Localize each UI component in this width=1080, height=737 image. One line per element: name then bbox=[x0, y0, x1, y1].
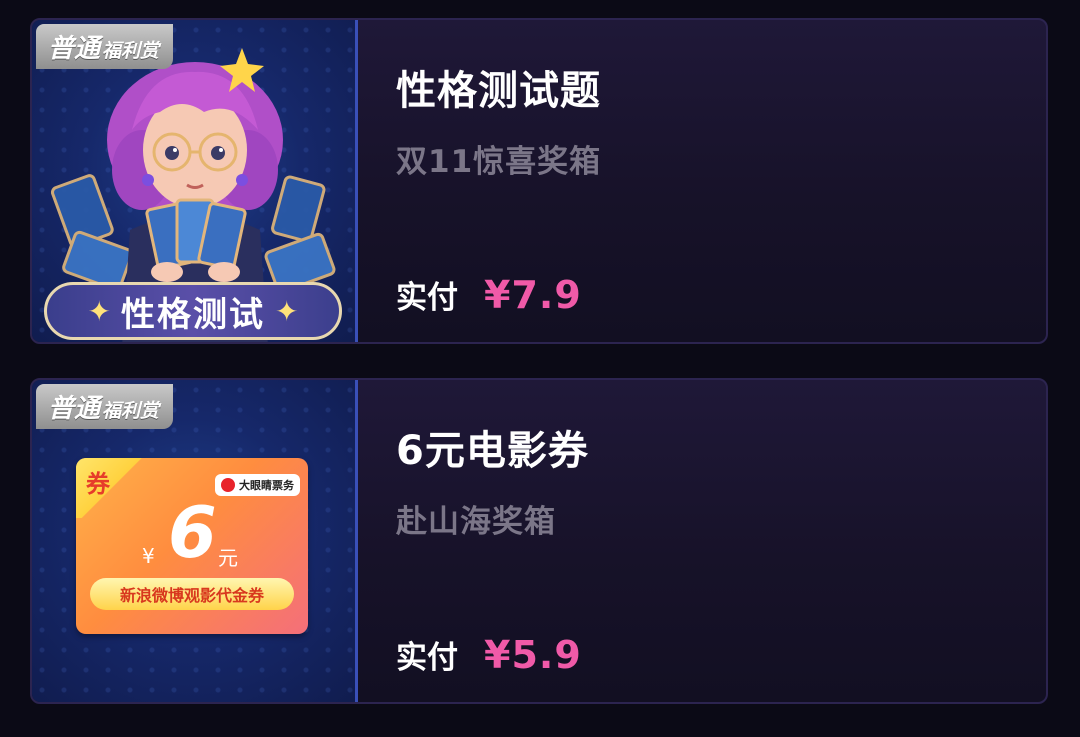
coupon-description: 新浪微博观影代金券 bbox=[90, 578, 294, 610]
reward-tier-badge: 普通 福利赏 bbox=[36, 24, 174, 69]
reward-thumbnail: 普通 福利赏 券 大眼睛票务 ¥ 6 元 新浪微博观影代金券 bbox=[32, 380, 358, 702]
brand-name: 大眼睛票务 bbox=[239, 479, 294, 492]
tier-label-sub: 福利赏 bbox=[102, 40, 160, 62]
sparkle-icon: ✦ bbox=[275, 294, 299, 328]
banner-text: 性格测试 bbox=[121, 294, 265, 335]
payment-price: ¥7.9 bbox=[484, 273, 582, 317]
payment-label: 实付 bbox=[396, 640, 458, 676]
reward-thumbnail: 普通 福利赏 ✦ 性格测试 ✦ bbox=[32, 20, 358, 342]
reward-card[interactable]: 普通 福利赏 ✦ 性格测试 ✦ 性格测试题 双11惊喜奖箱 实付 ¥7.9 bbox=[30, 18, 1048, 344]
reward-box-name: 双11惊喜奖箱 bbox=[396, 144, 602, 180]
sparkle-icon: ✦ bbox=[87, 294, 111, 328]
payment-label: 实付 bbox=[396, 280, 458, 316]
movie-coupon-illustration: 券 大眼睛票务 ¥ 6 元 新浪微博观影代金券 bbox=[76, 458, 308, 634]
reward-title: 6元电影券 bbox=[396, 428, 589, 474]
thumbnail-banner: ✦ 性格测试 ✦ bbox=[44, 282, 342, 340]
tier-label-sub: 福利赏 bbox=[102, 400, 160, 422]
coupon-currency: ¥ bbox=[142, 544, 155, 568]
tier-label-main: 普通 bbox=[48, 34, 101, 64]
tier-label-main: 普通 bbox=[48, 394, 101, 424]
reward-card[interactable]: 普通 福利赏 券 大眼睛票务 ¥ 6 元 新浪微博观影代金券 6元电影券 赴山海… bbox=[30, 378, 1048, 704]
reward-title: 性格测试题 bbox=[396, 68, 601, 114]
coupon-corner-label: 券 bbox=[86, 470, 110, 498]
ticket-brand-logo: 大眼睛票务 bbox=[215, 474, 300, 496]
reward-info: 性格测试题 双11惊喜奖箱 实付 ¥7.9 bbox=[396, 20, 1026, 342]
brand-logo-icon bbox=[221, 478, 235, 492]
payment-row: 实付 ¥7.9 bbox=[396, 272, 582, 317]
coupon-unit: 元 bbox=[218, 546, 238, 570]
payment-price: ¥5.9 bbox=[484, 633, 582, 677]
reward-info: 6元电影券 赴山海奖箱 实付 ¥5.9 bbox=[396, 380, 1026, 702]
reward-list: 普通 福利赏 ✦ 性格测试 ✦ 性格测试题 双11惊喜奖箱 实付 ¥7.9 普通… bbox=[0, 0, 1080, 737]
payment-row: 实付 ¥5.9 bbox=[396, 632, 582, 677]
reward-box-name: 赴山海奖箱 bbox=[396, 504, 556, 540]
coupon-amount: 6 bbox=[168, 492, 217, 574]
reward-tier-badge: 普通 福利赏 bbox=[36, 384, 174, 429]
